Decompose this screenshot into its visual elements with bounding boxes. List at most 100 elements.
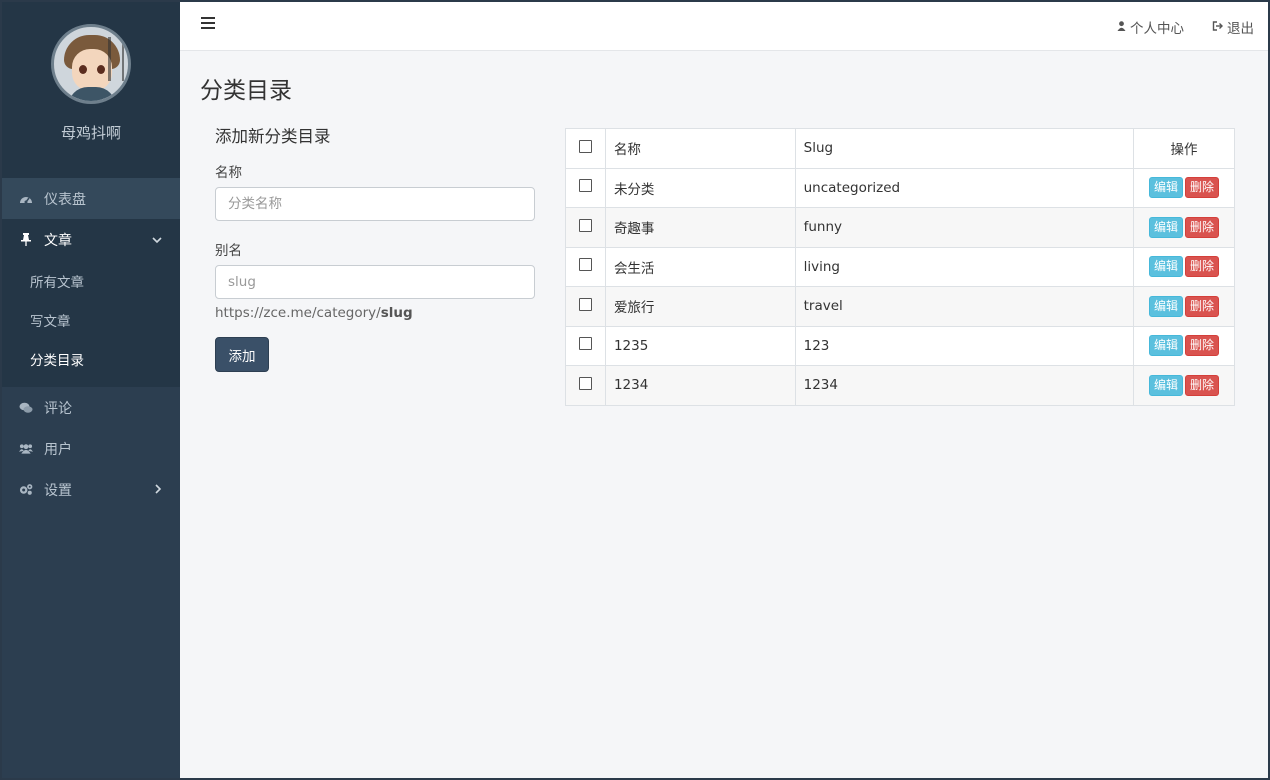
chevron-down-icon — [152, 233, 162, 247]
sidebar-item-label: 评论 — [44, 400, 72, 417]
category-name: 奇趣事 — [604, 207, 796, 248]
category-name: 未分类 — [604, 167, 796, 208]
avatar-eye — [97, 65, 105, 74]
form-title: 添加新分类目录 — [215, 127, 331, 146]
row-checkbox[interactable] — [578, 297, 592, 311]
hamburger-icon — [201, 27, 215, 29]
categories-table: 名称 Slug 操作 未分类 uncategorized 编辑 删除 奇趣事 fu… — [565, 128, 1235, 406]
name-label: 名称 — [215, 165, 242, 181]
avatar-face — [72, 49, 112, 91]
category-name: 会生活 — [604, 246, 796, 287]
delete-button[interactable]: 删除 — [1185, 216, 1220, 238]
chevron-right-icon — [155, 483, 162, 497]
slug-field-group: 别名 https://zce.me/category/slug — [215, 239, 535, 321]
sidebar-item-label: 设置 — [44, 482, 72, 499]
sidebar-item-label: 文章 — [44, 232, 72, 249]
url-prefix: https://zce.me/category/ — [215, 305, 381, 321]
page-title: 分类目录 — [200, 78, 292, 104]
username: 母鸡抖啊 — [60, 124, 121, 142]
select-all-checkbox[interactable] — [578, 139, 592, 153]
header-actions: 个人中心 退出 — [1117, 17, 1254, 37]
category-slug: living — [794, 246, 1135, 287]
hamburger-icon — [201, 22, 215, 24]
category-slug: uncategorized — [794, 167, 1135, 208]
select-all-cell — [565, 128, 606, 169]
table-row: 奇趣事 funny 编辑 删除 — [565, 207, 1235, 248]
row-checkbox-cell — [565, 167, 606, 208]
column-header-name: 名称 — [604, 128, 796, 169]
avatar-body — [68, 87, 116, 101]
category-name-input[interactable] — [215, 187, 535, 221]
avatar[interactable] — [51, 24, 131, 104]
user-icon — [1117, 20, 1126, 34]
table-row: 1235 123 编辑 删除 — [565, 325, 1235, 366]
sidebar-subitem-write-post[interactable]: 写文章 — [2, 303, 180, 342]
edit-button[interactable]: 编辑 — [1149, 374, 1184, 396]
row-checkbox-cell — [565, 365, 606, 406]
top-header: 个人中心 退出 — [180, 2, 1268, 51]
row-checkbox[interactable] — [578, 218, 592, 232]
delete-button[interactable]: 删除 — [1185, 256, 1220, 278]
delete-button[interactable]: 删除 — [1185, 295, 1220, 317]
row-checkbox[interactable] — [578, 376, 592, 390]
category-slug: travel — [794, 286, 1135, 327]
name-field-group: 名称 — [215, 161, 535, 221]
row-actions: 编辑 删除 — [1133, 167, 1235, 208]
delete-button[interactable]: 删除 — [1185, 335, 1220, 357]
sidebar-subitem-categories[interactable]: 分类目录 — [2, 342, 180, 381]
edit-button[interactable]: 编辑 — [1149, 177, 1184, 199]
logout-link[interactable]: 退出 — [1212, 17, 1254, 37]
profile-panel: 母鸡抖啊 — [2, 2, 180, 178]
sidebar-submenu-posts: 所有文章 写文章 分类目录 — [2, 260, 180, 387]
category-slug: 123 — [794, 325, 1135, 366]
category-slug: funny — [794, 207, 1135, 248]
url-slug: slug — [380, 305, 413, 321]
sidebar-item-posts[interactable]: 文章 — [2, 219, 180, 260]
sidebar-item-comments[interactable]: 评论 — [2, 387, 180, 428]
delete-button[interactable]: 删除 — [1185, 177, 1220, 199]
sidebar-item-users[interactable]: 用户 — [2, 428, 180, 469]
column-header-actions: 操作 — [1133, 128, 1235, 169]
slug-label: 别名 — [215, 243, 242, 259]
row-checkbox-cell — [565, 286, 606, 327]
row-checkbox-cell — [565, 207, 606, 248]
table-row: 1234 1234 编辑 删除 — [565, 365, 1235, 406]
sidebar-item-dashboard[interactable]: 仪表盘 — [2, 178, 180, 219]
dashboard-icon — [19, 193, 33, 205]
row-checkbox-cell — [565, 246, 606, 287]
menu-toggle-button[interactable] — [201, 17, 215, 31]
sidebar-subitem-all-posts[interactable]: 所有文章 — [2, 264, 180, 303]
edit-button[interactable]: 编辑 — [1149, 335, 1184, 357]
category-name: 1235 — [604, 325, 796, 366]
category-slug-input[interactable] — [215, 265, 535, 299]
row-checkbox[interactable] — [578, 258, 592, 272]
row-checkbox[interactable] — [578, 179, 592, 193]
sign-out-icon — [1212, 20, 1223, 34]
edit-button[interactable]: 编辑 — [1149, 256, 1184, 278]
row-actions: 编辑 删除 — [1133, 365, 1235, 406]
users-icon — [19, 443, 33, 455]
sidebar-item-settings[interactable]: 设置 — [2, 469, 180, 510]
category-slug: 1234 — [794, 365, 1135, 406]
row-actions: 编辑 删除 — [1133, 325, 1235, 366]
row-actions: 编辑 删除 — [1133, 286, 1235, 327]
row-actions: 编辑 删除 — [1133, 207, 1235, 248]
profile-link-label: 个人中心 — [1130, 21, 1184, 37]
edit-button[interactable]: 编辑 — [1149, 216, 1184, 238]
add-category-button[interactable]: 添加 — [215, 337, 269, 372]
category-name: 爱旅行 — [604, 286, 796, 327]
profile-link[interactable]: 个人中心 — [1117, 17, 1184, 37]
gears-icon — [19, 483, 33, 496]
slug-url-preview: https://zce.me/category/slug — [215, 305, 535, 321]
row-actions: 编辑 删除 — [1133, 246, 1235, 287]
sidebar-nav: 仪表盘 文章 所有文章 写文章 分类目录 评论 用户 设置 — [2, 178, 180, 510]
pin-icon — [19, 233, 33, 246]
table-row: 爱旅行 travel 编辑 删除 — [565, 286, 1235, 327]
hamburger-icon — [201, 17, 215, 19]
table-header-row: 名称 Slug 操作 — [565, 128, 1235, 169]
row-checkbox[interactable] — [578, 337, 592, 351]
delete-button[interactable]: 删除 — [1185, 374, 1220, 396]
row-checkbox-cell — [565, 325, 606, 366]
add-category-form: 添加新分类目录 名称 别名 https://zce.me/category/sl… — [215, 123, 535, 372]
edit-button[interactable]: 编辑 — [1149, 295, 1184, 317]
